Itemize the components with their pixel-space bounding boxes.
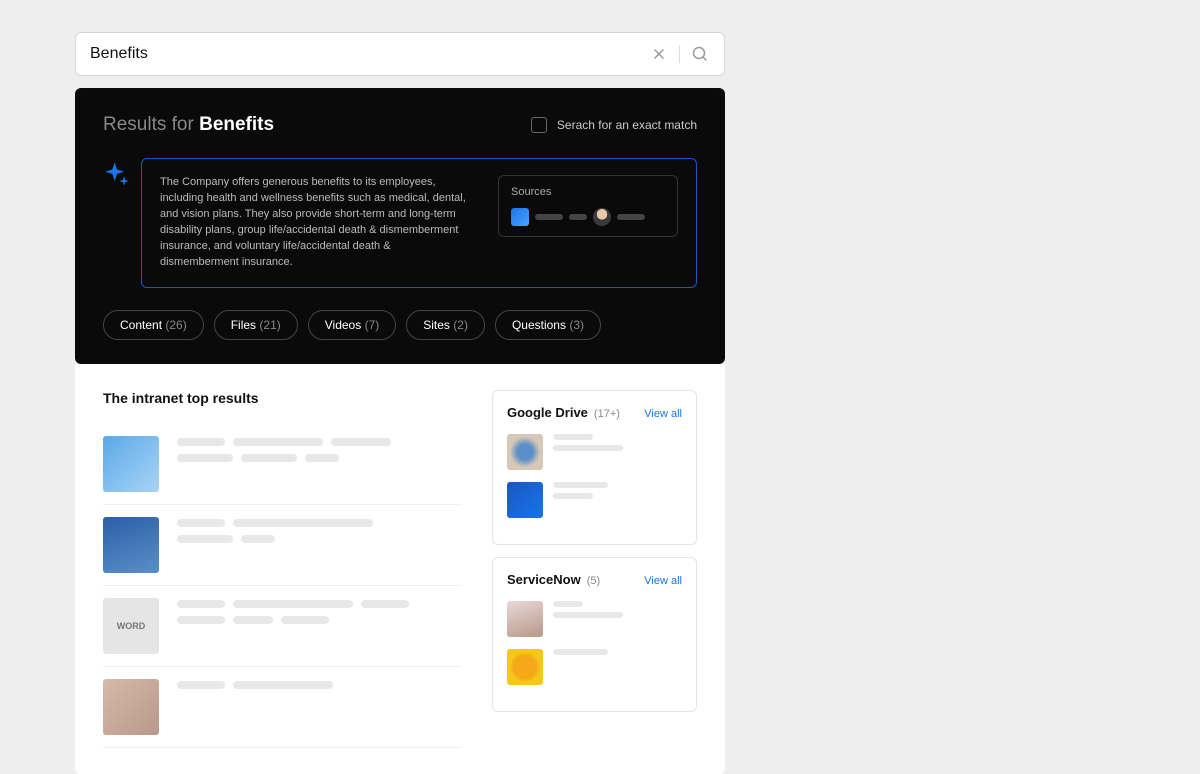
gdrive-view-all[interactable]: View all xyxy=(644,408,682,420)
result-skeleton xyxy=(177,436,462,492)
snow-count: (5) xyxy=(587,575,600,587)
snow-item[interactable] xyxy=(507,649,682,685)
ai-card: The Company offers generous benefits to … xyxy=(141,158,697,288)
sources-box: Sources xyxy=(498,175,678,237)
sparkle-icon xyxy=(103,160,127,184)
filter-pills: Content (26) Files (21) Videos (7) Sites… xyxy=(103,310,697,340)
search-bar xyxy=(75,32,725,76)
source-placeholder xyxy=(569,214,587,220)
dollar-icon xyxy=(507,649,543,685)
filter-questions[interactable]: Questions (3) xyxy=(495,310,601,340)
result-item[interactable] xyxy=(103,667,462,748)
result-skeleton xyxy=(177,517,462,573)
result-skeleton xyxy=(177,679,462,735)
item-thumbnail xyxy=(507,601,543,637)
gdrive-count: (17+) xyxy=(594,408,620,420)
ai-summary-text: The Company offers generous benefits to … xyxy=(160,175,468,271)
divider xyxy=(679,45,680,63)
intranet-results: The intranet top results WORD xyxy=(103,390,462,748)
search-icon[interactable] xyxy=(690,44,710,64)
gdrive-title: Google Drive xyxy=(507,405,588,420)
source-avatar[interactable] xyxy=(511,208,529,226)
result-thumbnail xyxy=(103,517,159,573)
results-title: Results for Benefits xyxy=(103,114,274,136)
source-placeholder xyxy=(535,214,563,220)
result-thumbnail xyxy=(103,436,159,492)
gdrive-card: Google Drive (17+) View all xyxy=(492,390,697,545)
exact-match-toggle[interactable]: Serach for an exact match xyxy=(531,117,697,133)
filter-videos[interactable]: Videos (7) xyxy=(308,310,397,340)
content-panel: The intranet top results WORD xyxy=(75,364,725,774)
sources-list xyxy=(511,208,665,226)
servicenow-card: ServiceNow (5) View all xyxy=(492,557,697,712)
source-placeholder xyxy=(617,214,645,220)
exact-match-label: Serach for an exact match xyxy=(557,118,697,132)
results-prefix: Results for xyxy=(103,114,199,135)
result-thumbnail xyxy=(103,679,159,735)
search-actions xyxy=(649,44,710,64)
result-skeleton xyxy=(177,598,462,654)
external-sources: Google Drive (17+) View all Ser xyxy=(492,390,697,748)
snow-view-all[interactable]: View all xyxy=(644,575,682,587)
filter-files[interactable]: Files (21) xyxy=(214,310,298,340)
results-term: Benefits xyxy=(199,114,274,135)
gdrive-item[interactable] xyxy=(507,434,682,470)
filter-content[interactable]: Content (26) xyxy=(103,310,204,340)
sources-label: Sources xyxy=(511,186,665,198)
source-avatar[interactable] xyxy=(593,208,611,226)
results-header: Results for Benefits Serach for an exact… xyxy=(103,114,697,136)
word-doc-icon: WORD xyxy=(103,598,159,654)
intranet-title: The intranet top results xyxy=(103,390,462,406)
result-item[interactable] xyxy=(103,505,462,586)
snow-title: ServiceNow xyxy=(507,572,581,587)
results-panel: Results for Benefits Serach for an exact… xyxy=(75,88,725,364)
search-input[interactable] xyxy=(90,45,649,63)
result-item[interactable] xyxy=(103,424,462,505)
checkbox-icon[interactable] xyxy=(531,117,547,133)
result-item[interactable]: WORD xyxy=(103,586,462,667)
item-thumbnail xyxy=(507,482,543,518)
clear-icon[interactable] xyxy=(649,44,669,64)
snow-item[interactable] xyxy=(507,601,682,637)
ai-summary-row: The Company offers generous benefits to … xyxy=(103,158,697,288)
item-thumbnail xyxy=(507,434,543,470)
gdrive-item[interactable] xyxy=(507,482,682,518)
filter-sites[interactable]: Sites (2) xyxy=(406,310,485,340)
